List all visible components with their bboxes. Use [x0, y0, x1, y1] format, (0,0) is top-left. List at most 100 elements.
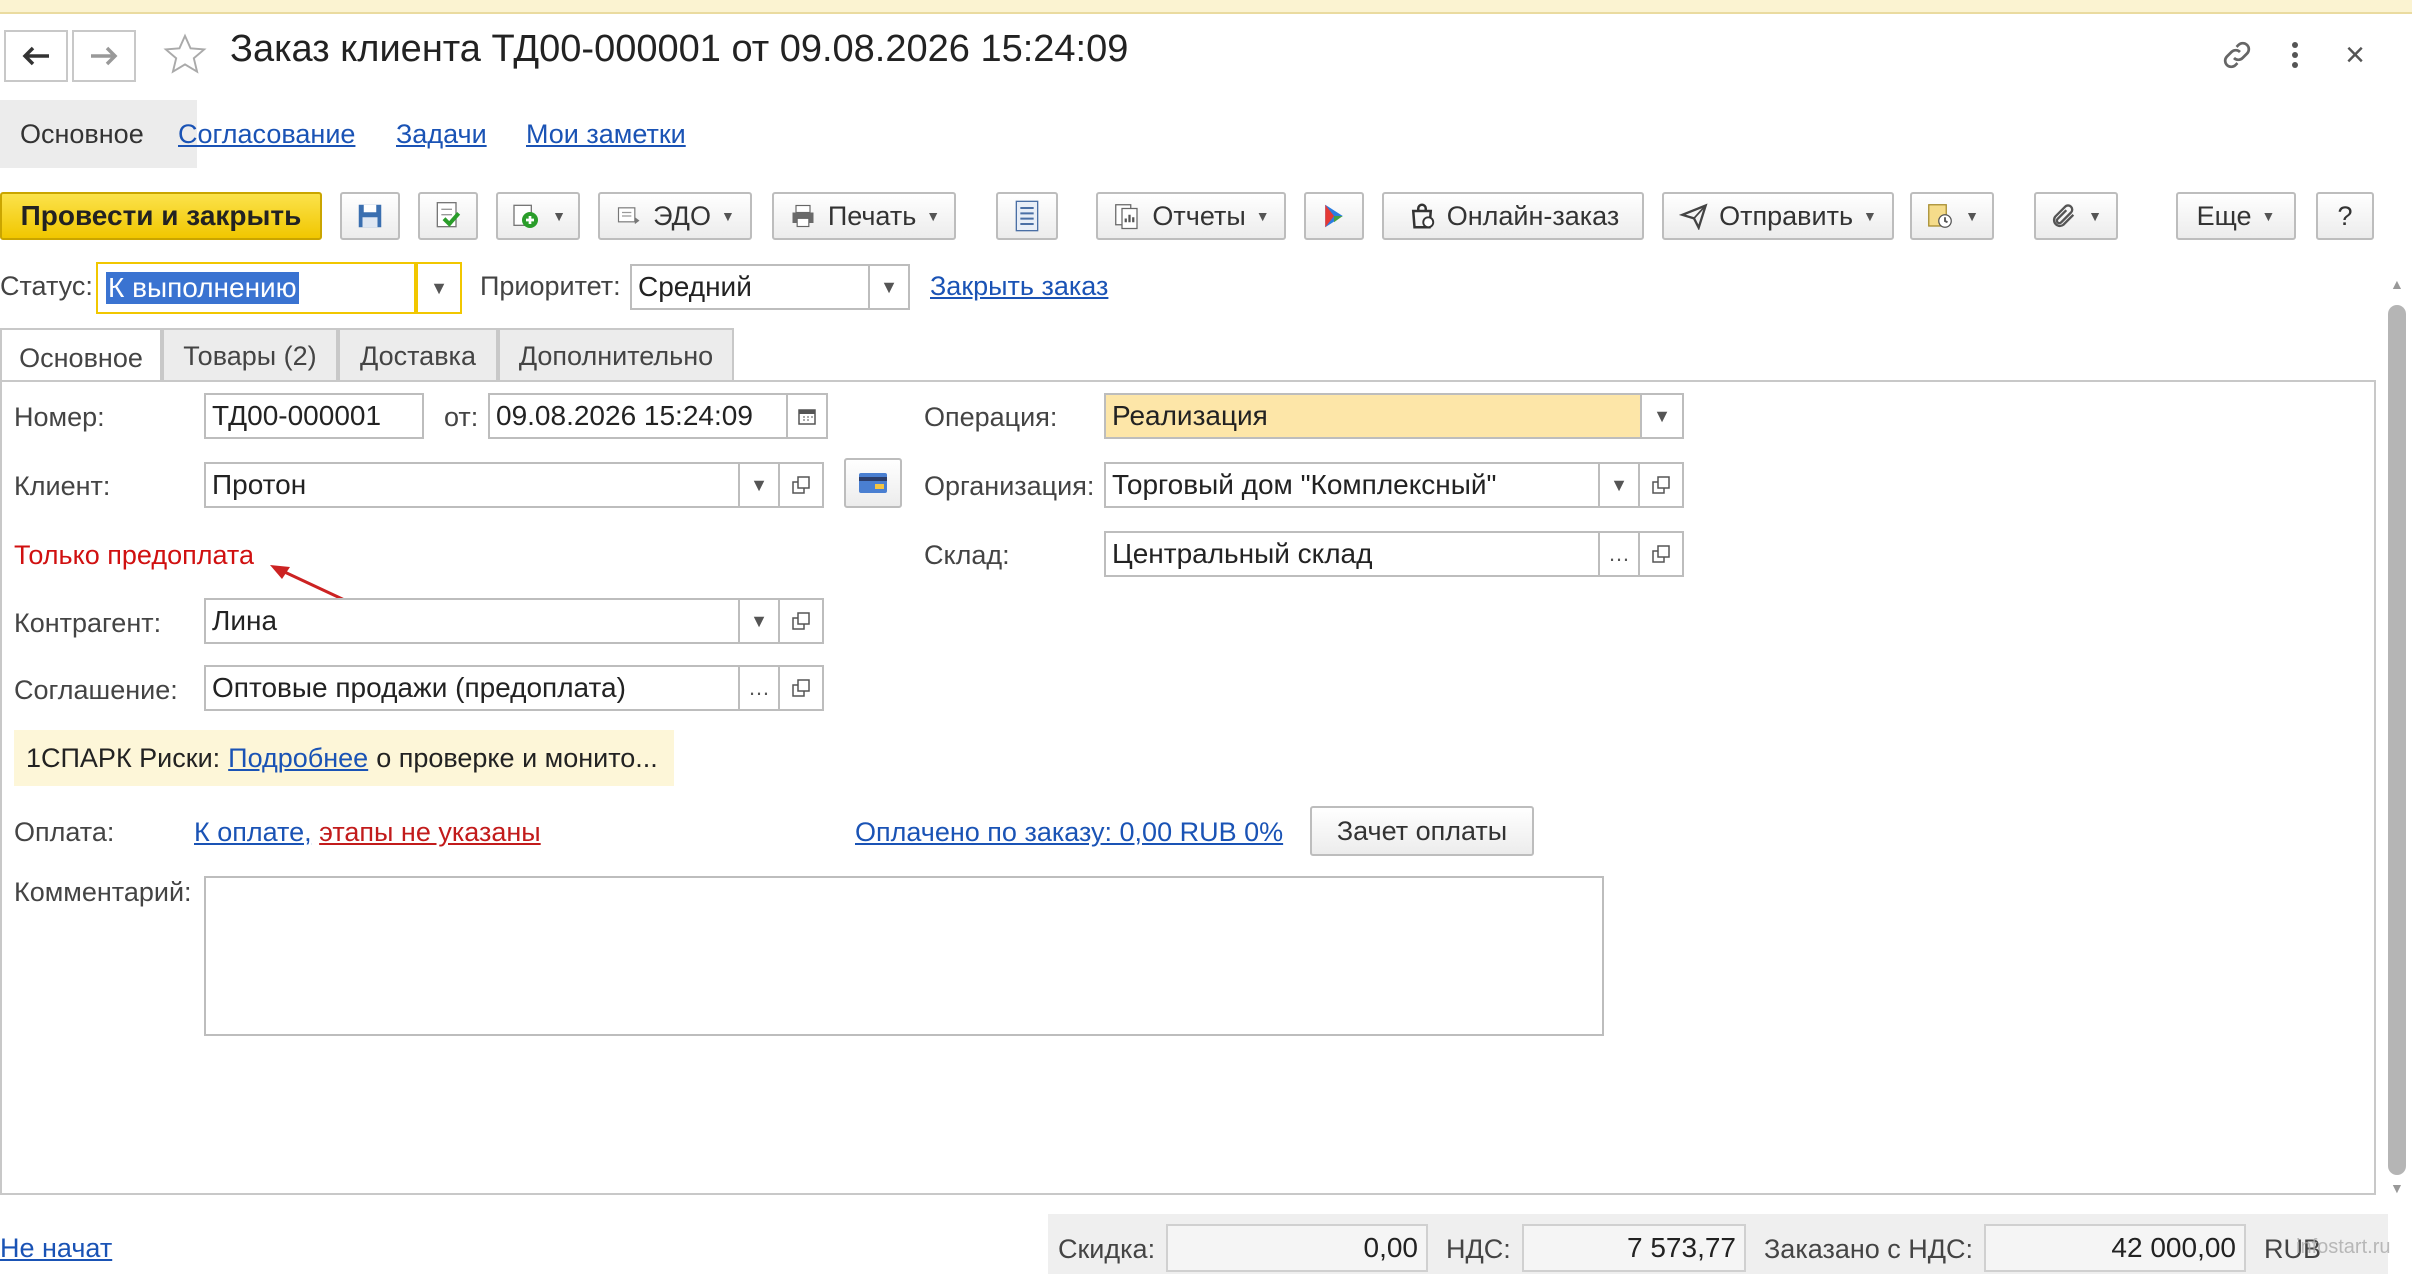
post-button[interactable]: [418, 192, 478, 240]
agreement-open-button[interactable]: [778, 665, 824, 711]
organization-open-button[interactable]: [1638, 462, 1684, 508]
forward-button[interactable]: [72, 30, 136, 82]
send-button[interactable]: Отправить ▼: [1662, 192, 1894, 240]
open-window-icon: [792, 612, 810, 630]
client-open-button[interactable]: [778, 462, 824, 508]
client-label: Клиент:: [14, 471, 111, 501]
more-vertical-icon[interactable]: [2272, 32, 2318, 78]
contractor-open-button[interactable]: [778, 598, 824, 644]
operation-select[interactable]: Реализация: [1104, 393, 1642, 439]
calendar-button[interactable]: [786, 393, 828, 439]
operation-dropdown-icon[interactable]: ▼: [1640, 393, 1684, 439]
payment-link[interactable]: К оплате, этапы не указаны: [194, 817, 541, 848]
scroll-up-icon[interactable]: ▲: [2390, 276, 2404, 292]
close-icon[interactable]: ×: [2332, 32, 2378, 78]
priority-dropdown-icon[interactable]: ▼: [868, 264, 910, 310]
online-order-button[interactable]: Онлайн-заказ: [1382, 192, 1644, 240]
form-tab-goods[interactable]: Товары (2): [162, 328, 338, 382]
contractor-field[interactable]: Лина: [204, 598, 740, 644]
printer-icon: [792, 204, 814, 228]
status-dropdown-icon[interactable]: ▼: [416, 262, 462, 314]
tasks-button[interactable]: ▼: [1910, 192, 1994, 240]
agreement-field[interactable]: Оптовые продажи (предоплата): [204, 665, 740, 711]
ordered-value: 42 000,00: [1984, 1224, 2246, 1272]
edo-label: ЭДО: [653, 200, 711, 231]
arrow-left-icon: [22, 46, 49, 66]
client-card-button[interactable]: [844, 458, 902, 508]
scrollbar-thumb[interactable]: [2388, 305, 2406, 1175]
chevron-down-icon: ▼: [926, 208, 941, 224]
ordered-label: Заказано с НДС:: [1764, 1234, 1974, 1264]
chevron-down-icon: ▼: [2088, 208, 2102, 224]
create-based-icon: [513, 204, 539, 228]
paid-by-order-link[interactable]: Оплачено по заказу: 0,00 RUB 0%: [855, 817, 1283, 848]
spark-details-link[interactable]: Подробнее: [228, 743, 368, 774]
calendar-icon: [798, 409, 816, 425]
organization-label: Организация:: [924, 471, 1095, 501]
vat-value: 7 573,77: [1522, 1224, 1746, 1272]
priority-label: Приоритет:: [480, 271, 621, 301]
client-dropdown-icon[interactable]: ▼: [738, 462, 780, 508]
more-button[interactable]: Еще ▼: [2176, 192, 2296, 240]
link-icon[interactable]: [2214, 32, 2260, 78]
edo-icon: [618, 207, 640, 225]
favorite-star-icon[interactable]: [162, 32, 208, 78]
post-and-close-button[interactable]: Провести и закрыть: [0, 192, 322, 240]
operation-label: Операция:: [924, 402, 1058, 432]
open-window-icon: [792, 679, 810, 697]
number-field[interactable]: ТД00-000001: [204, 393, 424, 439]
print-button[interactable]: Печать ▼: [772, 192, 956, 240]
agreement-label: Соглашение:: [14, 675, 178, 705]
warehouse-field[interactable]: Центральный склад: [1104, 531, 1600, 577]
tab-approval[interactable]: Согласование: [158, 100, 375, 168]
more-label: Еще: [2196, 200, 2252, 231]
chevron-down-icon: ▼: [1255, 208, 1270, 224]
payment-offset-button[interactable]: Зачет оплаты: [1310, 806, 1534, 856]
reports-label: Отчеты: [1152, 200, 1246, 231]
priority-select[interactable]: Средний: [630, 264, 870, 310]
tab-tasks[interactable]: Задачи: [376, 100, 507, 168]
date-field[interactable]: 09.08.2026 15:24:09: [488, 393, 788, 439]
edo-button[interactable]: ЭДО ▼: [598, 192, 752, 240]
back-button[interactable]: [4, 30, 68, 82]
contractor-dropdown-icon[interactable]: ▼: [738, 598, 780, 644]
open-window-icon: [792, 476, 810, 494]
reports-icon: [1115, 204, 1139, 230]
save-button[interactable]: [340, 192, 400, 240]
chevron-down-icon: ▼: [2261, 208, 2276, 224]
date-label: от:: [444, 402, 479, 432]
document-structure-button[interactable]: [996, 192, 1058, 240]
form-tab-delivery[interactable]: Доставка: [338, 328, 498, 382]
reports-button[interactable]: Отчеты ▼: [1096, 192, 1286, 240]
create-based-on-button[interactable]: ▼: [496, 192, 580, 240]
warehouse-label: Склад:: [924, 540, 1010, 570]
discount-value: 0,00: [1166, 1224, 1428, 1272]
warehouse-open-button[interactable]: [1638, 531, 1684, 577]
chevron-down-icon: ▼: [552, 208, 566, 224]
spark-risks-banner: 1СПАРК Риски: Подробнее о проверке и мон…: [14, 730, 674, 786]
order-state-link[interactable]: Не начат: [0, 1233, 112, 1264]
client-field[interactable]: Протон: [204, 462, 740, 508]
scroll-down-icon[interactable]: ▼: [2390, 1180, 2404, 1196]
form-tab-additional[interactable]: Дополнительно: [498, 328, 734, 382]
comment-textarea[interactable]: [204, 876, 1604, 1036]
contractor-label: Контрагент:: [14, 608, 162, 638]
help-button[interactable]: ?: [2316, 192, 2374, 240]
attachments-button[interactable]: ▼: [2034, 192, 2118, 240]
warehouse-select-button[interactable]: …: [1598, 531, 1640, 577]
comment-label: Комментарий:: [14, 877, 192, 907]
payment-label: Оплата:: [14, 817, 115, 847]
tab-my-notes[interactable]: Мои заметки: [506, 100, 706, 168]
status-select[interactable]: К выполнению: [96, 262, 416, 314]
play-service-icon: [1325, 204, 1343, 228]
close-order-link[interactable]: Закрыть заказ: [930, 271, 1108, 302]
spark-prefix: 1СПАРК Риски:: [26, 742, 221, 773]
card-icon: [859, 473, 887, 493]
organization-dropdown-icon[interactable]: ▼: [1598, 462, 1640, 508]
organization-field[interactable]: Торговый дом "Комплексный": [1104, 462, 1600, 508]
agreement-select-button[interactable]: …: [738, 665, 780, 711]
form-tab-main[interactable]: Основное: [0, 328, 162, 386]
discount-label: Скидка:: [1058, 1234, 1156, 1264]
service-button[interactable]: [1304, 192, 1364, 240]
chevron-down-icon: ▼: [720, 208, 735, 224]
